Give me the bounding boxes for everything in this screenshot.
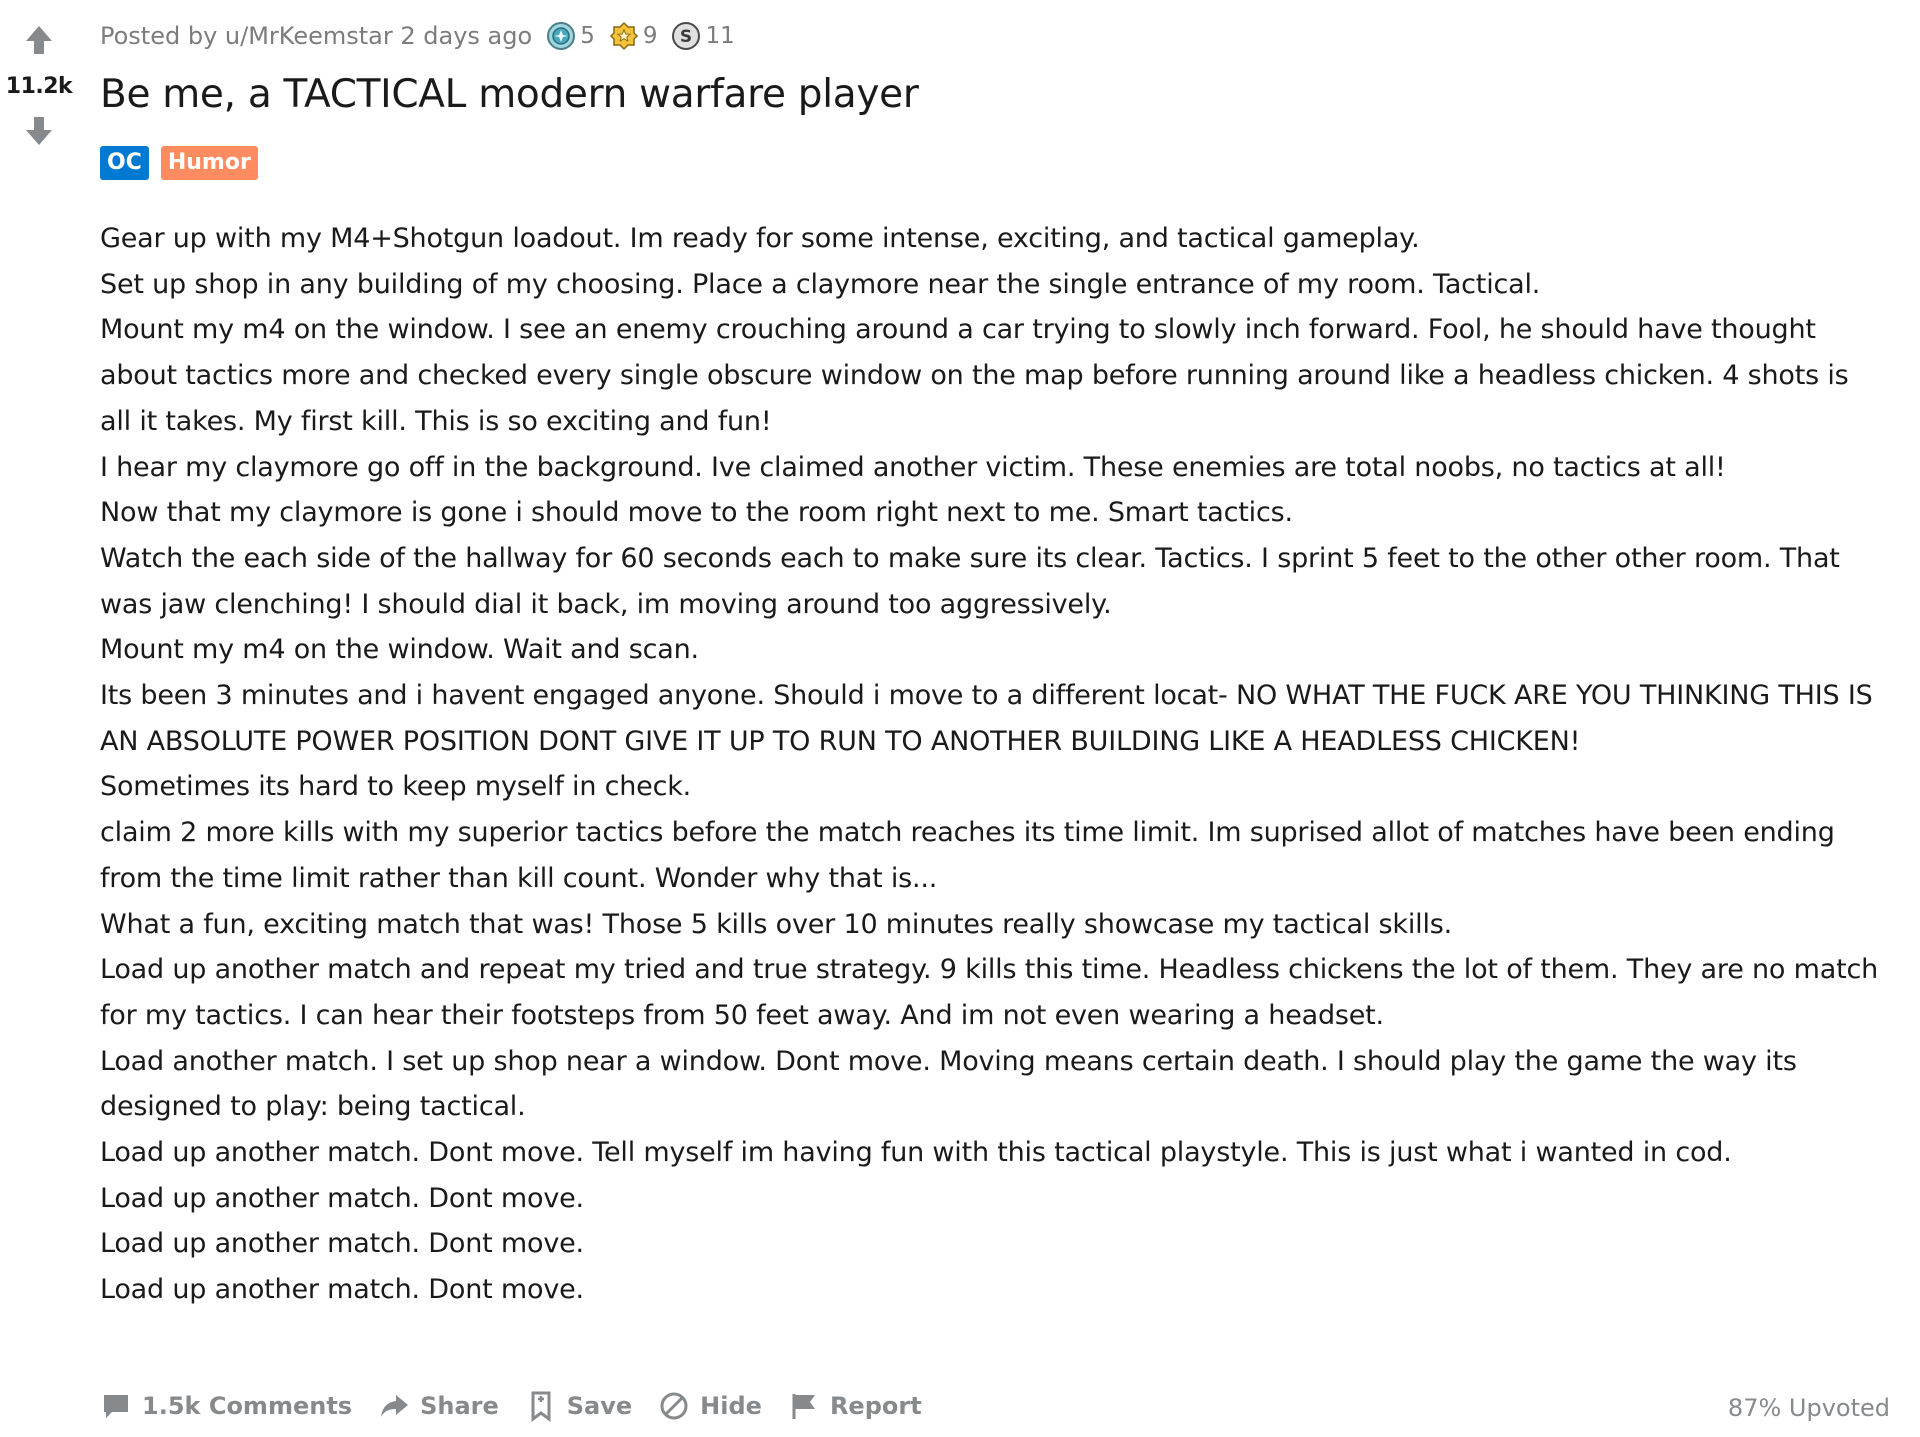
hide-button[interactable]: Hide (658, 1390, 762, 1422)
upvote-ratio: 87% Upvoted (1727, 1394, 1890, 1422)
downvote-arrow-icon[interactable] (19, 111, 59, 151)
comment-icon (100, 1390, 132, 1422)
upvote-arrow-icon[interactable] (19, 20, 59, 60)
hide-label: Hide (700, 1392, 762, 1420)
award-coin[interactable]: S 11 (671, 21, 735, 51)
vote-column: 11.2k (0, 20, 78, 151)
comments-button[interactable]: 1.5k Comments (100, 1390, 352, 1422)
save-label: Save (566, 1392, 633, 1420)
comments-label: 1.5k Comments (142, 1392, 353, 1420)
flair-list: OC Humor (100, 146, 270, 180)
hide-icon (658, 1390, 690, 1422)
flair-humor[interactable]: Humor (160, 146, 258, 180)
body-paragraph: Load another match. I set up shop near a… (100, 1045, 1797, 1123)
report-button[interactable]: Report (788, 1390, 922, 1422)
award-count: 9 (642, 23, 658, 49)
post-title[interactable]: Be me, a TACTICAL modern warfare player (100, 72, 919, 117)
body-paragraph: Load up another match. Dont move. (100, 1182, 584, 1214)
save-button[interactable]: Save (525, 1390, 632, 1422)
share-icon (378, 1390, 410, 1422)
vote-score: 11.2k (5, 74, 73, 99)
author-link[interactable]: u/MrKeemstar (225, 22, 393, 50)
body-paragraph: Set up shop in any building of my choosi… (100, 268, 1541, 300)
report-label: Report (829, 1392, 922, 1420)
post-action-bar: 1.5k Comments Share Save Hide Report (100, 1390, 948, 1422)
share-label: Share (420, 1392, 499, 1420)
coin-award-icon: S (671, 21, 701, 51)
post-time: 2 days ago (400, 22, 533, 50)
award-count: 5 (580, 23, 595, 49)
body-paragraph: Sometimes its hard to keep myself in che… (100, 771, 692, 803)
gold-award-icon (609, 21, 639, 51)
body-paragraph: Now that my claymore is gone i should mo… (100, 497, 1293, 529)
body-paragraph: What a fun, exciting match that was! Tho… (100, 908, 1452, 940)
flag-icon (788, 1390, 820, 1422)
body-paragraph: Its been 3 minutes and i havent engaged … (100, 680, 1873, 757)
post-meta: Posted by u/MrKeemstar 2 days ago 5 9 S … (100, 18, 735, 54)
post-card: 11.2k Posted by u/MrKeemstar 2 days ago … (0, 0, 1920, 1437)
bookmark-icon (525, 1390, 557, 1422)
post-body: Gear up with my M4+Shotgun loadout. Im r… (100, 216, 1880, 1313)
body-paragraph: Gear up with my M4+Shotgun loadout. Im r… (100, 223, 1420, 254)
body-paragraph: claim 2 more kills with my superior tact… (100, 817, 1835, 894)
award-gold[interactable]: 9 (609, 21, 658, 51)
svg-text:S: S (680, 27, 692, 47)
body-paragraph: Load up another match. Dont move. (100, 1228, 584, 1260)
award-count: 11 (705, 23, 735, 49)
share-button[interactable]: Share (378, 1390, 499, 1422)
body-paragraph: Mount my m4 on the window. I see an enem… (100, 314, 1849, 437)
body-paragraph: Load up another match. Dont move. Tell m… (100, 1137, 1732, 1169)
body-paragraph: Mount my m4 on the window. Wait and scan… (100, 634, 699, 666)
body-paragraph: Watch the each side of the hallway for 6… (100, 542, 1840, 620)
body-paragraph: Load up another match. Dont move. (100, 1274, 584, 1306)
posted-by-label: Posted by (100, 22, 218, 50)
award-silver[interactable]: 5 (546, 21, 595, 51)
body-paragraph: I hear my claymore go off in the backgro… (100, 451, 1726, 483)
silver-award-icon (546, 21, 576, 51)
flair-oc[interactable]: OC (100, 146, 149, 180)
body-paragraph: Load up another match and repeat my trie… (100, 954, 1879, 1031)
